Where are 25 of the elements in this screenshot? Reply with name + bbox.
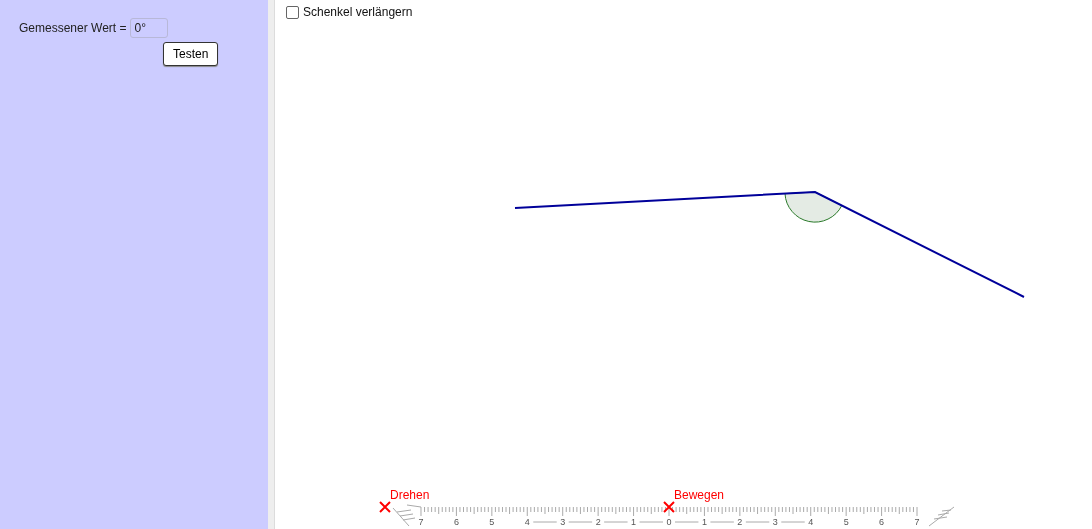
ruler-label: 5 — [489, 517, 495, 527]
ruler-label: 3 — [772, 517, 778, 527]
ruler-label: 4 — [524, 517, 530, 527]
ruler-label: 1 — [701, 517, 707, 527]
input-field[interactable]: 0° — [130, 18, 169, 38]
cross-icon[interactable] — [663, 501, 675, 513]
ruler-label: 7 — [914, 517, 920, 527]
marker-label: Bewegen — [674, 488, 725, 502]
checkbox-label: Schenkel verlängern — [303, 5, 413, 19]
ruler-label: 1 — [631, 517, 637, 527]
ruler-label: 5 — [843, 517, 849, 527]
ruler-label: 2 — [595, 517, 601, 527]
ruler-label: 6 — [453, 517, 459, 527]
field-label: Gemessener Wert = — [19, 21, 127, 35]
marker-label: Drehen — [390, 488, 430, 502]
angle-sector — [784, 191, 843, 223]
checkbox[interactable] — [286, 5, 299, 19]
ruler-label: 7 — [418, 517, 424, 527]
ruler-label: 3 — [560, 517, 566, 527]
cross-icon[interactable] — [379, 501, 391, 513]
test-button[interactable]: Testen — [163, 42, 219, 66]
ruler-label: 6 — [879, 517, 885, 527]
ruler-label: 2 — [737, 517, 743, 527]
ruler-label: 4 — [808, 517, 814, 527]
ruler-label: 0 — [666, 517, 672, 527]
